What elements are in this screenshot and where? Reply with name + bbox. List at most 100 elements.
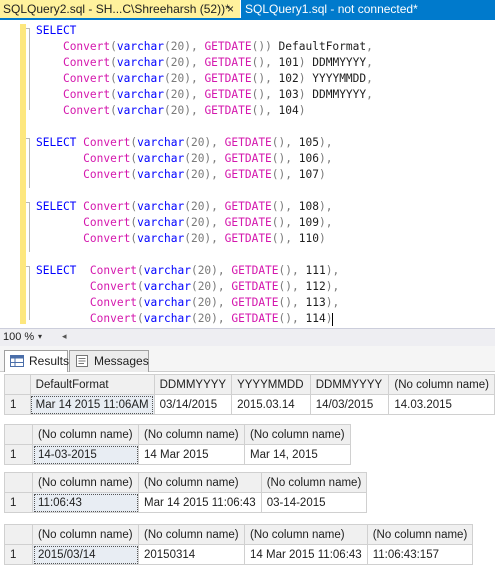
column-header[interactable]: DefaultFormat [29,374,155,395]
grid-cell[interactable]: 03/14/2015 [153,394,233,415]
grid-corner[interactable] [4,374,31,395]
code-line[interactable]: SELECT Convert(varchar(20), GETDATE(), 1… [36,263,373,279]
close-icon[interactable]: × [227,0,234,18]
column-header[interactable]: (No column name) [138,472,262,493]
code-token: (20), [164,88,205,101]
grid-cell[interactable]: 20150314 [138,544,245,565]
code-token: 112 [305,280,326,293]
code-token: GETDATE [224,168,272,181]
column-header[interactable]: (No column name) [260,472,368,493]
column-header[interactable]: (No column name) [244,524,368,545]
column-header[interactable]: (No column name) [138,524,245,545]
column-header[interactable]: (No column name) [32,472,139,493]
grid-cell[interactable]: Mar 14 2015 11:06:43 [138,492,262,513]
row-number[interactable]: 1 [4,544,33,565]
code-line[interactable] [36,119,373,135]
grid-header-row: (No column name) (No column name) (No co… [4,424,351,445]
code-token: Convert [62,104,111,117]
zoom-level[interactable]: 100 % [3,331,34,343]
grid-cell[interactable]: 14 Mar 2015 11:06:43 [244,544,368,565]
code-token: (20), [190,264,232,277]
grid-header-row: (No column name) (No column name) (No co… [4,524,474,545]
code-token: (), [271,168,299,181]
row-number[interactable]: 1 [4,444,33,465]
result-grid-2[interactable]: (No column name) (No column name) (No co… [4,424,351,465]
code-line[interactable]: Convert(varchar(20), GETDATE(), 102) YYY… [36,71,373,87]
grid-cell[interactable]: 14 Mar 2015 [138,444,245,465]
grid-corner[interactable] [4,524,33,545]
code-line[interactable]: Convert(varchar(20), GETDATE(), 109), [36,215,373,231]
column-header[interactable]: YYYYMMDD [231,374,311,395]
column-header[interactable]: (No column name) [244,424,351,445]
result-grid-3[interactable]: (No column name) (No column name) (No co… [4,472,368,513]
scroll-left-icon[interactable]: ◂ [62,331,67,342]
code-line[interactable]: Convert(varchar(20), GETDATE(), 112), [36,279,373,295]
code-line[interactable]: Convert(varchar(20), GETDATE(), 106), [36,151,373,167]
code-token: YYYYMMDD [312,72,367,85]
grid-cell[interactable]: 2015.03.14 [231,394,311,415]
code-token: ) [325,312,333,325]
code-line[interactable]: Convert(varchar(20), GETDATE(), 107) [36,167,373,183]
code-token: Convert [83,152,131,165]
column-header[interactable]: (No column name) [138,424,245,445]
results-tab-strip: Results Messages [0,346,495,373]
code-line[interactable]: SELECT Convert(varchar(20), GETDATE(), 1… [36,199,373,215]
code-line[interactable]: Convert(varchar(20), GETDATE(), 104) [36,103,373,119]
code-token: ), [325,280,340,293]
code-token: varchar [143,264,191,277]
grid-cell[interactable]: 03-14-2015 [260,492,368,513]
column-header[interactable]: (No column name) [32,424,139,445]
code-line[interactable]: SELECT [36,23,373,39]
row-number[interactable]: 1 [4,492,33,513]
column-header[interactable]: (No column name) [32,524,139,545]
row-number[interactable]: 1 [4,394,31,415]
code-token: varchar [116,56,165,69]
code-token: 113 [305,296,326,309]
code-line[interactable]: Convert(varchar(20), GETDATE(), 101) DDM… [36,55,373,71]
column-header[interactable]: (No column name) [366,524,474,545]
grid-cell[interactable]: Mar 14 2015 11:06AM [29,394,155,415]
code-token: DDMMYYYY [312,56,367,69]
code-token: 110 [298,232,319,245]
code-line[interactable]: Convert(varchar(20), GETDATE()) DefaultF… [36,39,373,55]
query-editor[interactable]: SELECT Convert(varchar(20), GETDATE()) D… [0,20,495,328]
grid-corner[interactable] [4,424,33,445]
grid-cell[interactable]: 14-03-2015 [32,444,139,465]
code-area[interactable]: SELECT Convert(varchar(20), GETDATE()) D… [36,23,373,327]
code-token: (), [251,72,279,85]
grid-cell[interactable]: 11:06:43 [32,492,139,513]
grid-cell[interactable]: 14.03.2015 [388,394,495,415]
editor-status-bar: 100 % ▾ ◂ [0,328,495,346]
code-line[interactable]: Convert(varchar(20), GETDATE(), 110) [36,231,373,247]
tab-sqlquery1[interactable]: SQLQuery1.sql - not connected* [241,0,495,18]
code-token: GETDATE [224,136,272,149]
grid-cell[interactable]: Mar 14, 2015 [244,444,351,465]
column-header[interactable]: (No column name) [388,374,495,395]
code-line[interactable]: Convert(varchar(20), GETDATE(), 103) DDM… [36,87,373,103]
code-token: ( [110,56,117,69]
grid-cell[interactable]: 14/03/2015 [309,394,390,415]
code-token: varchar [137,216,185,229]
code-line[interactable]: Convert(varchar(20), GETDATE(), 113), [36,295,373,311]
grid-cell[interactable]: 11:06:43:157 [366,544,474,565]
tab-results[interactable]: Results [4,350,69,373]
result-grid-1[interactable]: DefaultFormat DDMMYYYY YYYYMMDD DDMMYYYY… [4,374,495,415]
code-token: (20), [184,136,225,149]
grid-corner[interactable] [4,472,33,493]
result-grid-4[interactable]: (No column name) (No column name) (No co… [4,524,474,565]
code-line[interactable]: Convert(varchar(20), GETDATE(), 114) [36,311,373,327]
code-line[interactable] [36,183,373,199]
column-header[interactable]: DDMMYYYY [309,374,390,395]
tab-sqlquery2[interactable]: SQLQuery2.sql - SH...C\Shreeharsh (52))*… [0,0,240,18]
chevron-down-icon[interactable]: ▾ [38,332,42,341]
code-token: (), [251,104,279,117]
code-token: ( [137,312,144,325]
code-line[interactable]: SELECT Convert(varchar(20), GETDATE(), 1… [36,135,373,151]
results-pane: DefaultFormat DDMMYYYY YYYYMMDD DDMMYYYY… [0,372,495,584]
column-header[interactable]: DDMMYYYY [153,374,233,395]
tab-messages[interactable]: Messages [69,350,149,372]
code-line[interactable] [36,247,373,263]
code-token: Convert [89,264,138,277]
code-token: (), [271,200,299,213]
grid-cell[interactable]: 2015/03/14 [32,544,139,565]
